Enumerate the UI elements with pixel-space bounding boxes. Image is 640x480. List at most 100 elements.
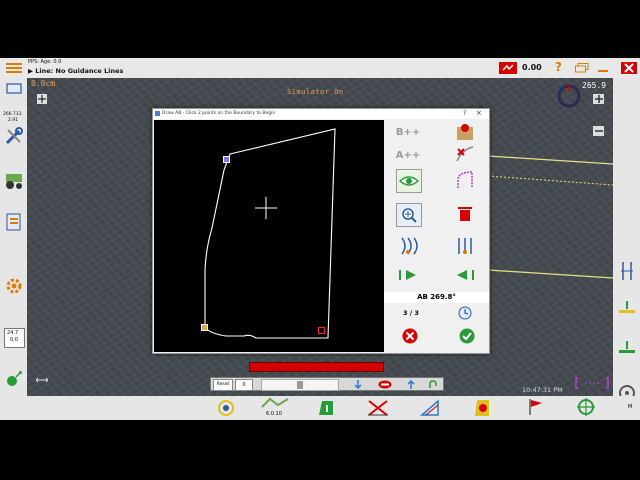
a-plus-button[interactable]: A++: [395, 144, 421, 166]
hamburger-menu-icon[interactable]: [4, 61, 24, 75]
guidance-line-label[interactable]: ▶ Line: No Guidance Lines: [28, 67, 123, 75]
field-info-icon[interactable]: [316, 398, 336, 418]
skip-forward-icon: [457, 270, 474, 280]
gps-target-icon[interactable]: [575, 397, 597, 417]
hitch-down-icon[interactable]: [617, 340, 637, 356]
dialog-close-button[interactable]: ×: [476, 109, 482, 117]
steer-config-icon[interactable]: [258, 396, 292, 410]
stop-icon[interactable]: [376, 379, 394, 389]
distance-readout: 0.0cm: [31, 79, 56, 88]
swap-arrows-icon[interactable]: [35, 375, 49, 385]
contour-tool-icon[interactable]: [419, 398, 441, 418]
section-readout-bottom: 0.0: [10, 337, 18, 343]
field-tractor-icon[interactable]: [3, 171, 24, 191]
bottom-toolbar: 6.0.10 M: [0, 396, 640, 420]
flag-icon[interactable]: [526, 397, 546, 417]
right-m-label: M: [628, 404, 633, 410]
delete-points-button[interactable]: [453, 144, 477, 166]
offset-value[interactable]: 0: [235, 379, 253, 391]
boundary-flag-button[interactable]: [453, 121, 477, 143]
cancel-icon: [402, 328, 418, 344]
close-app-icon[interactable]: [621, 62, 637, 74]
u-turn-icon[interactable]: [426, 379, 440, 389]
curve-ab-button[interactable]: [396, 235, 420, 257]
skip-back-icon: [399, 270, 416, 280]
auto-steer-icon[interactable]: [211, 398, 241, 418]
ok-check-icon: [459, 328, 475, 344]
trash-icon: [458, 207, 472, 221]
field-data-icon[interactable]: [3, 212, 24, 234]
nudge-slider[interactable]: [261, 379, 339, 391]
display-icon[interactable]: [5, 82, 22, 95]
zoom-in-icon[interactable]: [593, 94, 604, 104]
red-status-bar: [249, 362, 384, 372]
field-boundary: [204, 128, 336, 339]
delete-button[interactable]: [453, 203, 477, 225]
gps-antenna-icon[interactable]: [3, 368, 24, 390]
clock-icon[interactable]: [457, 305, 473, 321]
section-readout-top: 24.7: [7, 330, 19, 336]
magnifier-icon: [402, 208, 417, 223]
arrow-up-icon[interactable]: [404, 379, 418, 389]
hitch-up-icon[interactable]: [617, 300, 637, 316]
section-readout: 24.7 0.0: [4, 328, 25, 348]
ok-button[interactable]: [458, 327, 476, 345]
curve-lines-icon: [401, 237, 418, 255]
dialog-title-bar: Draw AB - Click 2 points on the Boundary…: [153, 109, 489, 119]
speed-readout-top: 266.713: [3, 112, 22, 117]
boundary-point-marker[interactable]: [223, 156, 230, 163]
b-plus-label: B++: [395, 126, 421, 138]
pps-age: PPS: Age: 0.0: [28, 59, 62, 65]
boundary-canvas[interactable]: [154, 120, 384, 352]
a-plus-label: A++: [395, 149, 421, 161]
point-a-marker[interactable]: [201, 324, 208, 331]
show-eye-button[interactable]: [396, 169, 422, 193]
steer-off-icon[interactable]: [499, 62, 517, 74]
auto-section-icon[interactable]: [471, 398, 493, 418]
tram-lines-icon[interactable]: [618, 260, 636, 282]
boundary-curve-icon: [457, 171, 473, 188]
point-count: 3 / 3: [403, 309, 419, 317]
right-toolbar: [613, 78, 640, 401]
b-plus-button[interactable]: B++: [396, 121, 420, 143]
dialog-title: Draw AB - Click 2 points on the Boundary…: [162, 111, 276, 116]
boundary-curve-button[interactable]: [453, 169, 477, 191]
ab-lines-icon: [458, 238, 472, 254]
clock: 10:47:31 PM: [522, 386, 563, 394]
nudge-control: Reset 0: [210, 377, 444, 391]
ab-heading: AB 269.8°: [384, 292, 489, 303]
cross-track-error: 0.00: [522, 63, 542, 72]
tools-wrench-icon[interactable]: [3, 126, 24, 146]
cancel-button[interactable]: [401, 327, 419, 345]
heading-readout: 265.9: [582, 81, 607, 90]
help-icon[interactable]: ?: [555, 60, 562, 74]
cycle-back-button[interactable]: [396, 264, 420, 286]
zoom-button[interactable]: [396, 203, 422, 227]
map-pin-icon: [457, 124, 473, 140]
top-status-bar: PPS: Age: 0.0 ▶ Line: No Guidance Lines …: [0, 58, 640, 78]
speed-readout-bottom: 2.91: [8, 118, 19, 123]
dialog-app-icon: [155, 111, 160, 116]
erase-points-icon: [456, 146, 474, 162]
draw-ab-dialog: Draw AB - Click 2 points on the Boundary…: [152, 108, 490, 354]
zoom-extent-icon[interactable]: [37, 94, 47, 104]
arrow-down-icon[interactable]: [351, 379, 365, 389]
dialog-help-button[interactable]: ?: [463, 110, 466, 117]
window-restore-icon[interactable]: [574, 63, 590, 73]
zoom-out-icon[interactable]: [593, 126, 604, 136]
reset-button[interactable]: Reset: [213, 379, 233, 391]
agopen-app: PPS: Age: 0.0 ▶ Line: No Guidance Lines …: [0, 58, 640, 420]
settings-gear-icon[interactable]: [3, 275, 24, 297]
point-b-marker[interactable]: [318, 327, 325, 334]
draw-ab-tool-icon[interactable]: [366, 398, 390, 418]
minimize-icon[interactable]: [597, 63, 609, 73]
left-toolbar: 266.713 2.91 24.7 0.0: [0, 78, 27, 396]
ab-line-button[interactable]: [453, 235, 477, 257]
section-bracket-icon: [575, 376, 609, 390]
eye-icon: [399, 176, 419, 186]
cycle-forward-button[interactable]: [453, 264, 477, 286]
steer-version: 6.0.10: [266, 411, 282, 417]
nudge-slider-thumb[interactable]: [297, 381, 303, 389]
compass-icon: [555, 82, 585, 108]
simulator-status: Simulator On: [287, 88, 344, 96]
